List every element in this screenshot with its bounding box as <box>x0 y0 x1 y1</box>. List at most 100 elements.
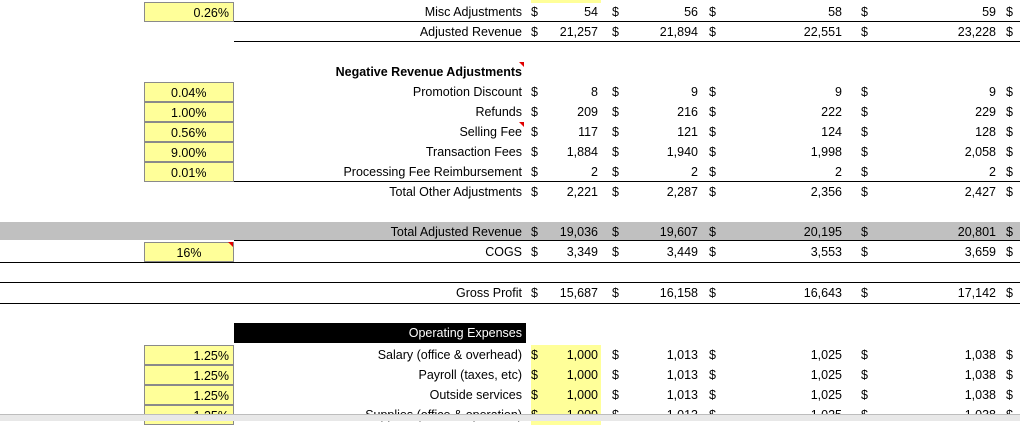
value-cell[interactable]: 216 <box>624 102 698 122</box>
value-cell[interactable]: 1,025 <box>721 345 842 365</box>
label-misc-adjustments[interactable]: Misc Adjustments <box>425 2 524 22</box>
value-cell[interactable]: 3,449 <box>624 242 698 262</box>
currency-cell[interactable]: $ <box>612 2 624 22</box>
currency-cell[interactable]: $ <box>1006 2 1018 22</box>
value-cell[interactable]: 1,000 <box>543 385 598 405</box>
value-cell[interactable]: 1,038 <box>873 365 996 385</box>
value-cell[interactable]: 229 <box>873 102 996 122</box>
label-refunds[interactable]: Refunds <box>475 102 524 122</box>
currency-cell[interactable]: $ <box>709 365 721 385</box>
value-cell[interactable]: 121 <box>624 122 698 142</box>
value-cell[interactable]: 2,058 <box>873 142 996 162</box>
value-cell[interactable]: 9 <box>873 82 996 102</box>
currency-cell[interactable]: $ <box>531 2 543 22</box>
pct-cell-transaction-fees[interactable]: 9.00% <box>144 142 234 162</box>
currency-cell[interactable]: $ <box>709 345 721 365</box>
value-cell[interactable]: 1,998 <box>721 142 842 162</box>
currency-cell[interactable]: $ <box>861 283 873 303</box>
currency-cell[interactable]: $ <box>1006 385 1018 405</box>
value-cell[interactable]: 21,894 <box>624 22 698 42</box>
currency-cell[interactable]: $ <box>861 2 873 22</box>
label-cogs[interactable]: COGS <box>485 242 524 262</box>
value-cell[interactable]: 20,195 <box>721 222 842 242</box>
value-cell[interactable]: 19,036 <box>543 222 598 242</box>
currency-cell[interactable]: $ <box>1006 365 1018 385</box>
currency-cell[interactable]: $ <box>709 283 721 303</box>
pct-cell-selling-fee[interactable]: 0.56% <box>144 122 234 142</box>
pct-cell-outside-services[interactable]: 1.25% <box>144 385 234 405</box>
currency-cell[interactable]: $ <box>861 182 873 202</box>
value-cell[interactable]: 1,013 <box>624 365 698 385</box>
currency-cell[interactable]: $ <box>1006 162 1018 182</box>
value-cell[interactable]: 1,025 <box>721 365 842 385</box>
label-payroll[interactable]: Payroll (taxes, etc) <box>418 365 524 385</box>
currency-cell[interactable]: $ <box>861 142 873 162</box>
value-cell[interactable]: 9 <box>721 82 842 102</box>
spreadsheet-grid[interactable]: 0.26% Misc Adjustments $ 54 $ 56 $ 58 $ … <box>0 0 1020 425</box>
comment-marker-icon[interactable] <box>519 62 524 67</box>
pct-cell-processing-fee[interactable]: 0.01% <box>144 162 234 182</box>
currency-cell[interactable]: $ <box>709 142 721 162</box>
value-cell[interactable]: 117 <box>543 122 598 142</box>
currency-cell[interactable]: $ <box>531 142 543 162</box>
currency-cell[interactable]: $ <box>861 345 873 365</box>
currency-cell[interactable]: $ <box>861 22 873 42</box>
value-cell[interactable]: 3,659 <box>873 242 996 262</box>
currency-cell[interactable]: $ <box>531 162 543 182</box>
pct-cell-cogs[interactable]: 16% <box>144 242 234 262</box>
currency-cell[interactable]: $ <box>531 122 543 142</box>
value-cell[interactable]: 54 <box>543 2 598 22</box>
currency-cell[interactable]: $ <box>861 365 873 385</box>
value-cell[interactable]: 16,158 <box>624 283 698 303</box>
currency-cell[interactable]: $ <box>709 162 721 182</box>
currency-cell[interactable]: $ <box>1006 182 1018 202</box>
value-cell[interactable]: 2 <box>624 162 698 182</box>
currency-cell[interactable]: $ <box>709 222 721 242</box>
currency-cell[interactable]: $ <box>612 122 624 142</box>
value-cell[interactable]: 2,287 <box>624 182 698 202</box>
value-cell[interactable]: 1,025 <box>721 385 842 405</box>
value-cell[interactable]: 17,142 <box>873 283 996 303</box>
value-cell[interactable]: 56 <box>624 2 698 22</box>
label-gross-profit[interactable]: Gross Profit <box>456 283 524 303</box>
pct-cell-refunds[interactable]: 1.00% <box>144 102 234 122</box>
value-cell[interactable]: 222 <box>721 102 842 122</box>
value-cell[interactable]: 1,000 <box>543 345 598 365</box>
currency-cell[interactable]: $ <box>861 122 873 142</box>
value-cell[interactable]: 16,643 <box>721 283 842 303</box>
value-cell[interactable]: 19,607 <box>624 222 698 242</box>
currency-cell[interactable]: $ <box>861 242 873 262</box>
section-title-negative-revenue[interactable]: Negative Revenue Adjustments <box>336 62 524 82</box>
value-cell[interactable]: 1,940 <box>624 142 698 162</box>
value-cell[interactable]: 3,553 <box>721 242 842 262</box>
currency-cell[interactable]: $ <box>709 242 721 262</box>
currency-cell[interactable]: $ <box>612 162 624 182</box>
value-cell[interactable]: 1,013 <box>624 345 698 365</box>
currency-cell[interactable]: $ <box>612 22 624 42</box>
value-cell[interactable]: 2 <box>543 162 598 182</box>
value-cell[interactable]: 15,687 <box>543 283 598 303</box>
currency-cell[interactable]: $ <box>531 102 543 122</box>
currency-cell[interactable]: $ <box>1006 122 1018 142</box>
value-cell[interactable]: 2,356 <box>721 182 842 202</box>
currency-cell[interactable]: $ <box>531 22 543 42</box>
currency-cell[interactable]: $ <box>531 82 543 102</box>
value-cell[interactable]: 1,000 <box>543 365 598 385</box>
currency-cell[interactable]: $ <box>531 222 543 242</box>
currency-cell[interactable]: $ <box>1006 82 1018 102</box>
comment-marker-icon[interactable] <box>228 242 233 247</box>
currency-cell[interactable]: $ <box>1006 102 1018 122</box>
value-cell[interactable]: 9 <box>624 82 698 102</box>
currency-cell[interactable]: $ <box>709 82 721 102</box>
value-cell[interactable]: 20,801 <box>873 222 996 242</box>
value-cell[interactable]: 58 <box>721 2 842 22</box>
value-cell[interactable]: 128 <box>873 122 996 142</box>
currency-cell[interactable]: $ <box>861 222 873 242</box>
currency-cell[interactable]: $ <box>709 22 721 42</box>
label-outside-services[interactable]: Outside services <box>430 385 524 405</box>
currency-cell[interactable]: $ <box>612 283 624 303</box>
currency-cell[interactable]: $ <box>709 102 721 122</box>
currency-cell[interactable]: $ <box>709 182 721 202</box>
currency-cell[interactable]: $ <box>612 182 624 202</box>
currency-cell[interactable]: $ <box>861 102 873 122</box>
